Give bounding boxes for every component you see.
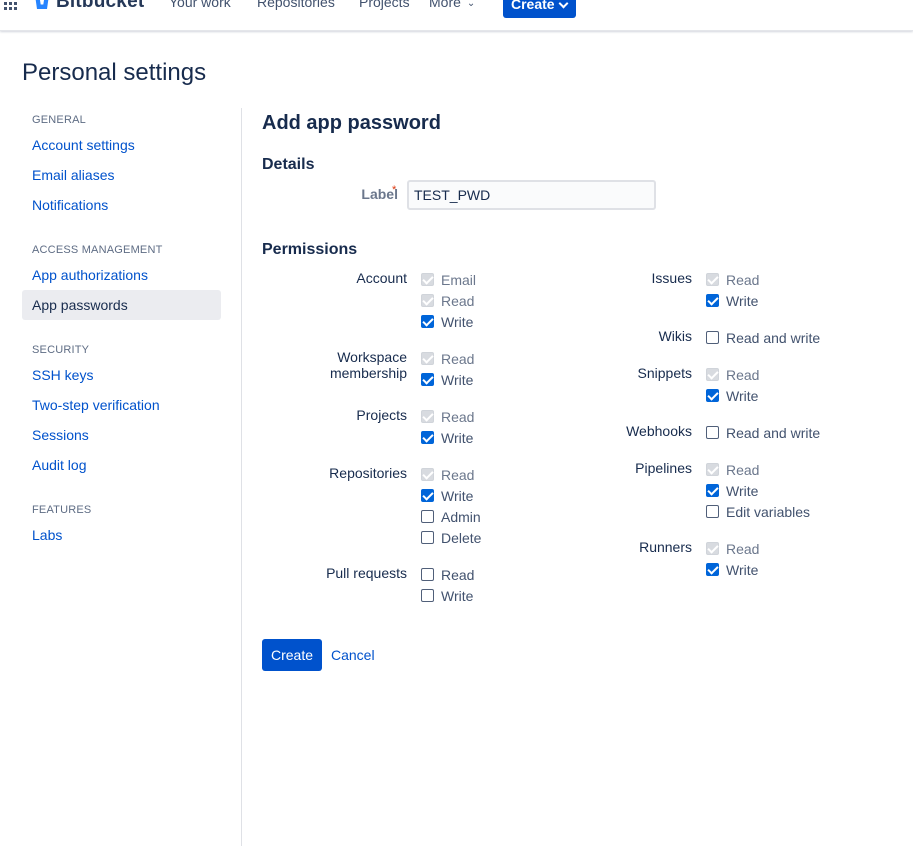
checkbox-checked-icon <box>706 273 719 286</box>
sidebar-item-audit-log[interactable]: Audit log <box>22 450 221 480</box>
nav-projects[interactable]: Projects <box>359 0 410 10</box>
checkbox-unchecked-icon[interactable] <box>706 331 719 344</box>
cancel-link[interactable]: Cancel <box>331 647 375 663</box>
checkbox-checked-icon <box>421 352 434 365</box>
sidebar-heading-access-management: ACCESS MANAGEMENT <box>32 244 163 256</box>
sidebar-item-sessions[interactable]: Sessions <box>22 420 221 450</box>
checkbox-label: Read <box>441 567 475 583</box>
sidebar-divider <box>241 108 242 846</box>
chevron-down-icon: ⌄ <box>466 0 476 9</box>
checkbox-checked-icon[interactable] <box>421 315 434 328</box>
perm-label-workspace-line2: membership <box>329 365 407 381</box>
sidebar-item-app-authorizations[interactable]: App authorizations <box>22 260 221 290</box>
checkbox-label: Write <box>441 314 474 330</box>
checkbox-label: Write <box>726 562 759 578</box>
checkbox-label: Write <box>441 488 474 504</box>
logo-text[interactable]: Bitbucket <box>56 0 144 13</box>
checkbox-checked-icon[interactable] <box>706 484 719 497</box>
checkbox-checked-icon <box>421 294 434 307</box>
perm-label-webhooks: Webhooks <box>626 423 692 439</box>
checkbox-checked-icon <box>706 463 719 476</box>
details-heading: Details <box>262 156 315 173</box>
checkbox-label: Write <box>726 293 759 309</box>
checkbox-checked-icon[interactable] <box>706 389 719 402</box>
form-title: Add app password <box>262 112 441 134</box>
checkbox-label: Read <box>441 409 475 425</box>
checkbox-checked-icon[interactable] <box>421 489 434 502</box>
sidebar-item-notifications[interactable]: Notifications <box>22 190 221 220</box>
checkbox-checked-icon <box>421 468 434 481</box>
checkbox-label: Read <box>726 541 760 557</box>
checkbox-unchecked-icon[interactable] <box>421 510 434 523</box>
checkbox-label: Read <box>441 293 475 309</box>
checkbox-checked-icon[interactable] <box>421 373 434 386</box>
checkbox-checked-icon <box>706 542 719 555</box>
app-switcher-icon[interactable] <box>4 0 20 11</box>
checkbox-label: Read and write <box>726 330 821 346</box>
create-button-label: Create <box>511 0 555 12</box>
checkbox-unchecked-icon[interactable] <box>706 426 719 439</box>
nav-more-label: More <box>429 0 461 10</box>
perm-label-issues: Issues <box>651 270 692 286</box>
checkbox-label: Read <box>726 367 760 383</box>
page-title: Personal settings <box>22 59 207 86</box>
label-input[interactable] <box>407 180 656 210</box>
top-navigation: Bitbucket Your work Repositories Project… <box>0 0 913 31</box>
perm-label-snippets: Snippets <box>637 365 692 381</box>
checkbox-checked-icon <box>421 410 434 423</box>
perm-label-runners: Runners <box>639 539 692 555</box>
sidebar-item-ssh-keys[interactable]: SSH keys <box>22 360 221 390</box>
sidebar-item-app-passwords[interactable]: App passwords <box>22 290 221 320</box>
checkbox-label: Edit variables <box>726 504 811 520</box>
checkbox-checked-icon[interactable] <box>421 431 434 444</box>
create-button[interactable]: Create <box>503 0 576 18</box>
checkbox-unchecked-icon[interactable] <box>421 589 434 602</box>
checkbox-unchecked-icon[interactable] <box>421 568 434 581</box>
checkbox-unchecked-icon[interactable] <box>706 505 719 518</box>
checkbox-label: Write <box>441 430 474 446</box>
perm-label-wikis: Wikis <box>658 328 692 344</box>
perm-label-pipelines: Pipelines <box>635 460 692 476</box>
perm-label-repositories: Repositories <box>329 465 407 481</box>
perm-label-account: Account <box>356 270 407 286</box>
checkbox-unchecked-icon[interactable] <box>421 531 434 544</box>
checkbox-label: Delete <box>441 530 482 546</box>
perm-label-pull-requests: Pull requests <box>326 565 407 581</box>
checkbox-label: Read <box>726 462 760 478</box>
checkbox-checked-icon[interactable] <box>706 294 719 307</box>
checkbox-label: Read and write <box>726 425 821 441</box>
checkbox-checked-icon[interactable] <box>706 563 719 576</box>
sidebar-item-labs[interactable]: Labs <box>22 520 221 550</box>
perm-label-workspace-line1: Workspace <box>337 349 407 365</box>
checkbox-label: Read <box>726 272 760 288</box>
bitbucket-logo-icon[interactable] <box>34 0 50 10</box>
checkbox-label: Admin <box>441 509 481 525</box>
sidebar-item-account-settings[interactable]: Account settings <box>22 130 221 160</box>
checkbox-label: Write <box>726 483 759 499</box>
sidebar-item-email-aliases[interactable]: Email aliases <box>22 160 221 190</box>
permissions-heading: Permissions <box>262 241 358 258</box>
perm-label-projects: Projects <box>356 407 407 423</box>
checkbox-label: Read <box>441 351 475 367</box>
chevron-down-icon <box>558 0 569 9</box>
required-indicator: * <box>392 184 397 196</box>
checkbox-label: Write <box>441 372 474 388</box>
sidebar-heading-security: SECURITY <box>32 344 90 356</box>
sidebar-item-two-step-verification[interactable]: Two-step verification <box>22 390 221 420</box>
checkbox-checked-icon <box>706 368 719 381</box>
nav-more[interactable]: More ⌄ <box>429 0 475 10</box>
nav-repositories[interactable]: Repositories <box>257 0 335 10</box>
label-field-label: Label <box>361 186 398 202</box>
sidebar-heading-features: FEATURES <box>32 504 92 516</box>
create-app-password-button[interactable]: Create <box>262 639 322 671</box>
checkbox-checked-icon <box>421 273 434 286</box>
checkbox-label: Write <box>726 388 759 404</box>
nav-your-work[interactable]: Your work <box>169 0 231 10</box>
checkbox-label: Write <box>441 588 474 604</box>
perm-label-workspace-membership: Workspace membership <box>300 349 407 381</box>
checkbox-label: Read <box>441 467 475 483</box>
sidebar-heading-general: GENERAL <box>32 114 86 126</box>
checkbox-label: Email <box>441 272 477 288</box>
